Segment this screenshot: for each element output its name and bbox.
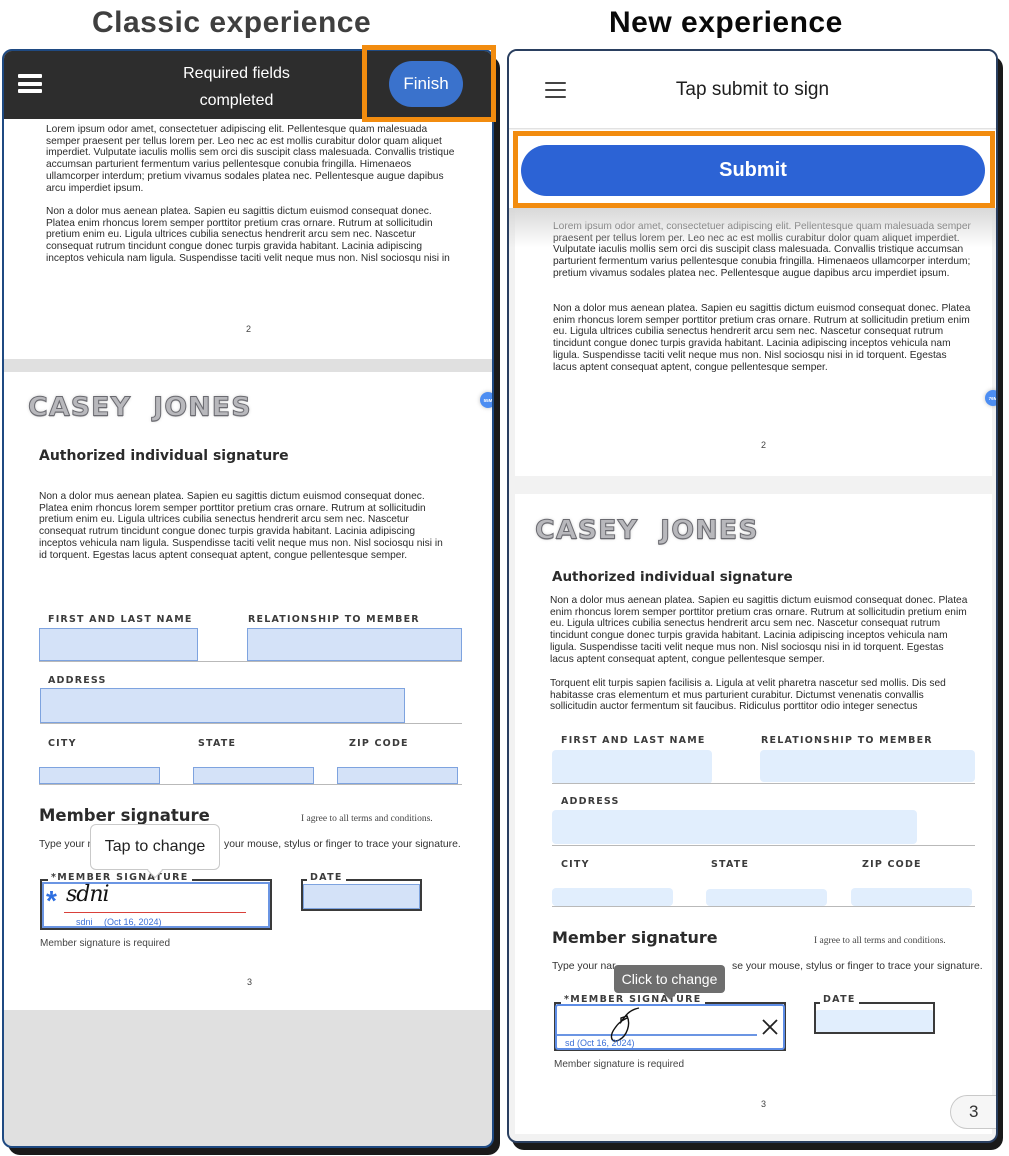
signature-caption-date: (Oct 16, 2024) [104, 917, 162, 927]
divider [552, 783, 975, 784]
date-label: DATE [307, 872, 346, 883]
new-header: Tap submit to sign [509, 51, 996, 129]
required-asterisk: * [46, 885, 57, 916]
tap-to-change-tooltip[interactable]: Tap to change [90, 824, 220, 870]
zip-field[interactable] [851, 888, 972, 906]
member-signature-title: Member signature [39, 806, 210, 825]
section-paragraph-1: Non a dolor mus aenean platea. Sapien eu… [550, 595, 968, 665]
label-name: FIRST AND LAST NAME [48, 614, 193, 625]
signature-required-message: Member signature is required [554, 1059, 685, 1070]
label-relationship: RELATIONSHIP TO MEMBER [248, 614, 420, 625]
section-title: Authorized individual signature [552, 569, 793, 585]
classic-phone: Required fields completed Finish Lorem i… [2, 49, 494, 1148]
hamburger-menu-icon[interactable] [18, 74, 42, 93]
page2-paragraph-1: Lorem ipsum odor amet, consectetuer adip… [46, 124, 455, 194]
classic-caption: Classic experience [92, 6, 372, 39]
label-name: FIRST AND LAST NAME [561, 735, 706, 746]
agree-text: I agree to all terms and conditions. [814, 936, 946, 946]
page-number: 3 [247, 977, 253, 987]
label-zip: ZIP CODE [862, 859, 922, 870]
signature-caption-name: sdni [76, 917, 93, 927]
zip-field[interactable] [337, 767, 458, 784]
date-field[interactable] [303, 884, 420, 909]
divider [39, 661, 462, 662]
city-field[interactable] [39, 767, 160, 784]
logo-last: JONES [660, 515, 759, 546]
state-field[interactable] [706, 889, 827, 906]
casey-jones-logo: CASEY JONES [534, 515, 759, 546]
address-field[interactable] [40, 688, 405, 723]
close-icon[interactable] [761, 1018, 779, 1036]
city-field[interactable] [552, 888, 673, 906]
agree-text: I agree to all terms and conditions. [301, 814, 433, 824]
document-page-2: Lorem ipsum odor amet, consectetuer adip… [4, 119, 492, 359]
label-address: ADDRESS [48, 675, 107, 686]
label-city: CITY [561, 859, 590, 870]
label-address: ADDRESS [561, 796, 620, 807]
new-caption: New experience [609, 6, 843, 39]
address-field[interactable] [552, 810, 917, 844]
page-number: 3 [761, 1099, 767, 1109]
signature-baseline [557, 1034, 757, 1036]
current-page-indicator[interactable]: 3 [950, 1095, 996, 1129]
status-line-2: completed [199, 92, 274, 109]
signature-field[interactable]: sd (Oct 16, 2024) [555, 1004, 785, 1050]
relationship-field[interactable] [247, 628, 462, 661]
signature-required-message: Member signature is required [40, 938, 171, 949]
label-city: CITY [48, 738, 77, 749]
document-page-2: Lorem ipsum odor amet, consectetuer adip… [515, 208, 992, 476]
document-page-3: CASEY JONES 55M Authorized individual sig… [4, 372, 492, 1010]
section-title: Authorized individual signature [39, 448, 289, 464]
zoom-badge[interactable]: 55M [480, 392, 492, 408]
header-status: Required fields completed [154, 60, 319, 114]
signature-field[interactable]: * sdni sdni (Oct 16, 2024) [42, 882, 270, 928]
zoom-badge[interactable]: 76M [985, 390, 996, 406]
finish-highlight [362, 45, 496, 122]
page-number: 2 [761, 440, 767, 450]
header-title: Tap submit to sign [675, 79, 830, 100]
page2-paragraph-2: Non a dolor mus aenean platea. Sapien eu… [553, 303, 971, 373]
signature-value: sdni [66, 882, 110, 907]
divider [40, 723, 462, 724]
signature-caption: sd (Oct 16, 2024) [565, 1038, 635, 1048]
page-number: 2 [246, 324, 252, 334]
help-text-right: your mouse, stylus or finger to trace yo… [224, 839, 461, 850]
label-relationship: RELATIONSHIP TO MEMBER [761, 735, 933, 746]
help-text-left: Type your n [39, 839, 94, 850]
casey-jones-logo: CASEY JONES [27, 392, 252, 423]
signature-underline [64, 912, 246, 913]
logo-last: JONES [153, 392, 252, 423]
date-label: DATE [820, 994, 859, 1005]
section-paragraph: Non a dolor mus aenean platea. Sapien eu… [39, 491, 443, 561]
name-field[interactable] [552, 750, 712, 784]
relationship-field[interactable] [760, 750, 975, 782]
click-to-change-tooltip[interactable]: Click to change [614, 965, 725, 993]
state-field[interactable] [193, 767, 314, 784]
submit-highlight [513, 131, 995, 208]
name-field[interactable] [39, 628, 198, 661]
label-zip: ZIP CODE [349, 738, 409, 749]
label-state: STATE [198, 738, 237, 749]
divider [39, 784, 462, 785]
label-state: STATE [711, 859, 750, 870]
status-line-1: Required fields [183, 65, 290, 82]
new-phone: Lorem ipsum odor amet, consectetuer adip… [507, 49, 998, 1143]
scroll-fade [509, 208, 996, 248]
divider [552, 906, 975, 907]
page2-paragraph-2: Non a dolor mus aenean platea. Sapien eu… [46, 206, 450, 264]
logo-first: CASEY [27, 392, 132, 423]
document-page-3: CASEY JONES Authorized individual signatu… [515, 494, 992, 1134]
divider [552, 845, 975, 846]
help-text-right: se your mouse, stylus or finger to trace… [732, 961, 983, 972]
member-signature-title: Member signature [552, 928, 718, 947]
section-paragraph-2: Torquent elit turpis sapien facilisis a.… [550, 678, 946, 713]
help-text-left: Type your nar [552, 961, 616, 972]
date-field[interactable] [816, 1010, 933, 1032]
logo-first: CASEY [534, 515, 639, 546]
